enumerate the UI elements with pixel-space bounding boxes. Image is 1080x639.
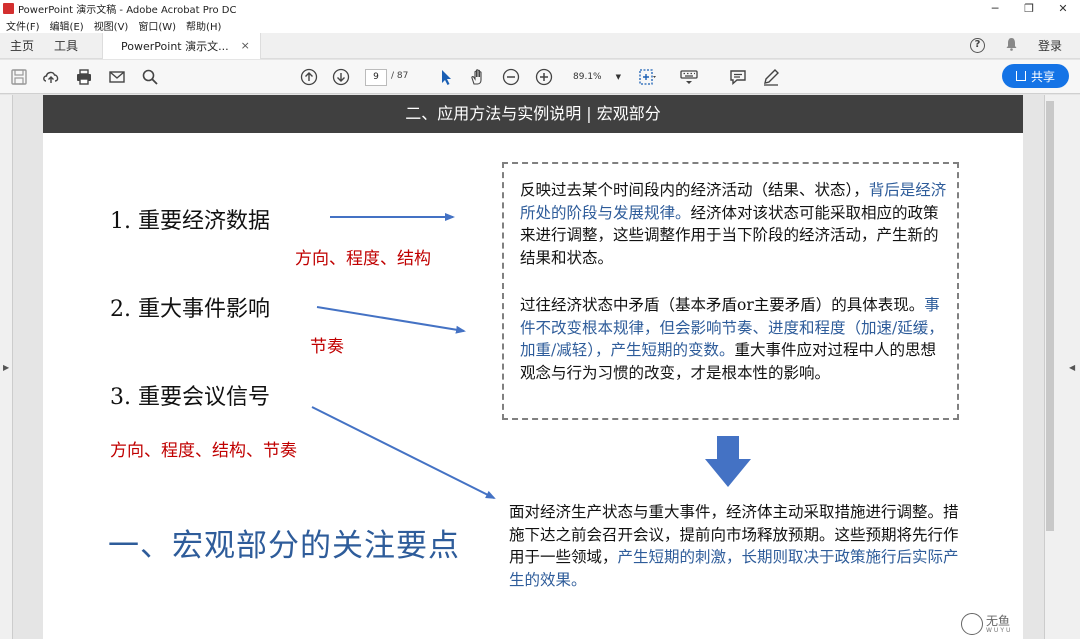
arrow-item3-to-text <box>311 406 496 499</box>
minimize-button[interactable]: ─ <box>978 2 1012 15</box>
watermark-text: 无鱼 <box>986 613 1011 628</box>
search-icon[interactable] <box>141 68 159 86</box>
tab-home[interactable]: 主页 <box>0 37 44 54</box>
menu-edit[interactable]: 编辑(E) <box>50 18 84 33</box>
para1-text-a: 反映过去某个时间段内的经济活动（结果、状态）， <box>520 181 869 199</box>
select-cursor-icon[interactable] <box>437 68 455 86</box>
share-label: 共享 <box>1030 69 1055 84</box>
menu-window[interactable]: 窗口(W) <box>138 18 176 33</box>
zoom-select[interactable]: 89.1% ▼ <box>566 69 624 86</box>
vertical-scrollbar[interactable] <box>1046 101 1054 531</box>
acrobat-app-icon <box>3 3 14 14</box>
slide-header: 二、应用方法与实例说明 | 宏观部分 <box>43 95 1023 133</box>
zoom-value: 89.1% <box>573 72 602 82</box>
chevron-down-icon: ▼ <box>615 73 621 81</box>
print-icon[interactable] <box>75 68 93 86</box>
watermark-subtext: WUYU <box>986 626 1013 634</box>
pen-icon[interactable] <box>762 68 780 86</box>
share-icon <box>1015 71 1026 81</box>
item-major-events-sub: 节奏 <box>310 337 344 357</box>
menu-help[interactable]: 帮助(H) <box>186 18 221 33</box>
page-number-input[interactable]: 9 <box>365 69 387 86</box>
tab-tools[interactable]: 工具 <box>44 37 88 54</box>
close-window-button[interactable]: ✕ <box>1046 2 1080 15</box>
document-margin <box>13 95 43 639</box>
window-titlebar: PowerPoint 演示文稿 - Adobe Acrobat Pro DC ─… <box>0 0 1080 17</box>
menu-view[interactable]: 视图(V) <box>94 18 129 33</box>
zoom-in-icon[interactable] <box>535 68 553 86</box>
menu-bar: 文件(F) 编辑(E) 视图(V) 窗口(W) 帮助(H) <box>0 17 1080 33</box>
notification-bell-icon[interactable] <box>1005 37 1018 55</box>
save-icon[interactable] <box>10 68 28 86</box>
page-total: / 87 <box>391 71 409 81</box>
item-meeting-signals-sub: 方向、程度、结构、节奏 <box>110 441 297 461</box>
page-down-icon[interactable] <box>332 68 350 86</box>
slide-page: 二、应用方法与实例说明 | 宏观部分 1. 重要经济数据 方向、程度、结构 2.… <box>43 95 1023 639</box>
expand-right-panel-icon[interactable]: ◀ <box>1069 363 1075 372</box>
fit-page-icon[interactable] <box>638 68 656 86</box>
item-economic-data-sub: 方向、程度、结构 <box>295 249 431 269</box>
item-major-events: 2. 重大事件影响 <box>110 297 270 322</box>
paragraph-economic-data: 反映过去某个时间段内的经济活动（结果、状态），背后是经济所处的阶段与发展规律。经… <box>520 179 948 269</box>
page-up-icon[interactable] <box>300 68 318 86</box>
share-button[interactable]: 共享 <box>1002 64 1069 88</box>
comment-icon[interactable] <box>729 68 747 86</box>
watermark-logo-icon <box>961 613 983 635</box>
close-tab-icon[interactable]: × <box>241 39 250 52</box>
toolbar: 9 / 87 89.1% ▼ <box>0 60 1080 94</box>
section-big-title: 一、宏观部分的关注要点 <box>108 528 460 564</box>
tab-document-label: PowerPoint 演示文... <box>121 39 229 53</box>
keyboard-icon[interactable] <box>680 68 698 86</box>
login-link[interactable]: 登录 <box>1038 37 1062 54</box>
tab-bar: 主页 工具 PowerPoint 演示文... × ? 登录 <box>0 32 1080 59</box>
expand-left-panel-icon[interactable]: ▶ <box>3 363 9 372</box>
zoom-out-icon[interactable] <box>502 68 520 86</box>
window-title: PowerPoint 演示文稿 - Adobe Acrobat Pro DC <box>18 5 237 16</box>
upload-icon[interactable] <box>42 68 60 86</box>
menu-file[interactable]: 文件(F) <box>6 18 40 33</box>
hand-tool-icon[interactable] <box>469 68 487 86</box>
window-controls: ─ ❐ ✕ <box>978 2 1080 15</box>
mail-icon[interactable] <box>108 68 126 86</box>
tab-document[interactable]: PowerPoint 演示文... × <box>102 32 261 59</box>
paragraph-major-events: 过往经济状态中矛盾（基本矛盾or主要矛盾）的具体表现。事件不改变根本规律，但会影… <box>520 294 948 384</box>
watermark: 无鱼 WUYU <box>961 613 1012 635</box>
arrow-item2-to-box <box>316 306 466 334</box>
paragraph-meeting-signals: 面对经济生产状态与重大事件，经济体主动采取措施进行调整。措施下达之前会召开会议，… <box>509 501 967 591</box>
item-meeting-signals: 3. 重要会议信号 <box>110 385 270 410</box>
down-block-arrow-icon <box>705 436 751 487</box>
restore-button[interactable]: ❐ <box>1012 2 1046 15</box>
left-panel-collapsed[interactable]: ▶ <box>0 95 13 639</box>
para2-text-a: 过往经济状态中矛盾（基本矛盾or主要矛盾）的具体表现。 <box>520 296 925 314</box>
help-icon[interactable]: ? <box>969 38 985 53</box>
item-economic-data: 1. 重要经济数据 <box>110 209 270 234</box>
